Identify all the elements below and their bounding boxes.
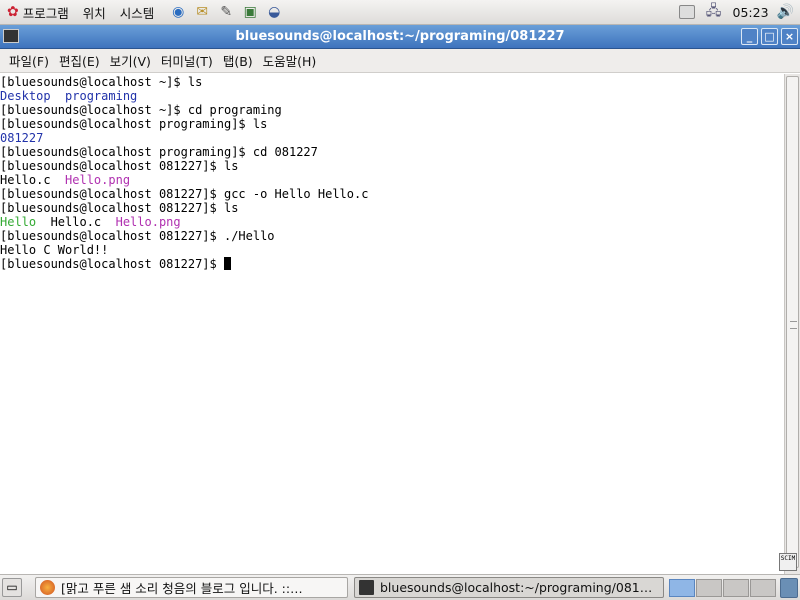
terminal-line: [bluesounds@localhost ~]$ ls xyxy=(0,75,784,89)
scrollbar-thumb[interactable] xyxy=(786,76,799,568)
menu-view[interactable]: 보기(V) xyxy=(105,51,156,70)
terminal-text: programing xyxy=(65,89,138,103)
terminal-text: [bluesounds@localhost ~]$ ls xyxy=(0,75,203,89)
terminal-line: [bluesounds@localhost 081227]$ ./Hello xyxy=(0,229,784,243)
workspace-4[interactable] xyxy=(750,579,776,597)
menu-tabs[interactable]: 탭(B) xyxy=(218,51,258,70)
clock[interactable]: 05:23 xyxy=(733,5,769,20)
bottom-panel: ▭ [맑고 푸른 샘 소리 청음의 블로그 입니다. ::… bluesound… xyxy=(0,574,800,600)
applications-menu[interactable]: ✿ 프로그램 xyxy=(0,0,76,25)
terminal-text: [bluesounds@localhost 081227]$ ./Hello xyxy=(0,229,275,243)
top-panel: ✿ 프로그램 위치 시스템 ◉ ✉ ✎ ▣ ◒ 🖧 05:23 🔊 xyxy=(0,0,800,25)
scrollbar-grip-icon xyxy=(790,321,797,329)
window-title: bluesounds@localhost:~/programing/081227 xyxy=(235,29,565,44)
terminal-line: [bluesounds@localhost 081227]$ gcc -o He… xyxy=(0,187,784,201)
terminal-text: [bluesounds@localhost programing]$ cd 08… xyxy=(0,145,318,159)
spreadsheet-icon[interactable]: ◒ xyxy=(263,2,285,22)
terminal-cursor xyxy=(223,257,231,270)
show-desktop-button[interactable]: ▭ xyxy=(2,578,22,597)
workspace-1[interactable] xyxy=(669,579,695,597)
trash-icon[interactable] xyxy=(780,578,798,598)
terminal-text: Desktop xyxy=(0,89,51,103)
window-titlebar[interactable]: bluesounds@localhost:~/programing/081227… xyxy=(0,25,800,49)
terminal-text: Hello.c xyxy=(0,173,51,187)
terminal-text: Hello xyxy=(0,215,37,229)
terminal-text: [bluesounds@localhost 081227]$ ls xyxy=(0,159,239,173)
terminal-output[interactable]: [bluesounds@localhost ~]$ ls Desktop prog… xyxy=(0,74,784,574)
terminal-text: [bluesounds@localhost 081227]$ xyxy=(0,257,224,271)
minimize-button[interactable]: _ xyxy=(741,28,758,45)
menu-file[interactable]: 파일(F) xyxy=(4,51,54,70)
mail-icon[interactable]: ✉ xyxy=(191,2,213,22)
menu-edit[interactable]: 편집(E) xyxy=(54,51,105,70)
volume-icon[interactable]: 🔊 xyxy=(777,4,794,20)
maximize-button[interactable]: □ xyxy=(761,28,778,45)
terminal-text: [bluesounds@localhost ~]$ cd programing xyxy=(0,103,282,117)
network-icon[interactable]: 🖧 xyxy=(703,2,725,22)
terminal-line: [bluesounds@localhost ~]$ cd programing xyxy=(0,103,784,117)
close-button[interactable]: × xyxy=(781,28,798,45)
terminal-line: Hello C World!! xyxy=(0,243,784,257)
terminal-text: [bluesounds@localhost 081227]$ ls xyxy=(0,201,239,215)
browser-icon[interactable]: ◉ xyxy=(167,2,189,22)
terminal-line: [bluesounds@localhost 081227]$ xyxy=(0,257,784,271)
terminal-line: [bluesounds@localhost programing]$ ls xyxy=(0,117,784,131)
terminal-text: Hello C World!! xyxy=(0,243,109,257)
terminal-line: [bluesounds@localhost 081227]$ ls xyxy=(0,201,784,215)
terminal-text: [bluesounds@localhost programing]$ ls xyxy=(0,117,268,131)
input-method-indicator[interactable]: SCIM xyxy=(779,553,797,571)
terminal-text: [bluesounds@localhost 081227]$ gcc -o He… xyxy=(0,187,369,201)
vertical-scrollbar[interactable] xyxy=(784,74,800,574)
terminal-line: [bluesounds@localhost programing]$ cd 08… xyxy=(0,145,784,159)
terminal-line: Hello Hello.c Hello.png xyxy=(0,215,784,229)
document-icon[interactable]: ✎ xyxy=(215,2,237,22)
terminal-line: Hello.c Hello.png xyxy=(0,173,784,187)
terminal-line: [bluesounds@localhost 081227]$ ls xyxy=(0,159,784,173)
presentation-icon[interactable]: ▣ xyxy=(239,2,261,22)
firefox-icon xyxy=(40,580,55,595)
system-menu[interactable]: 시스템 xyxy=(113,0,162,25)
gnome-foot-icon: ✿ xyxy=(7,4,19,20)
terminal-line: 081227 xyxy=(0,131,784,145)
terminal-text: Hello.png xyxy=(115,215,181,229)
terminal-text: Hello.c xyxy=(50,215,102,229)
notification-icon[interactable] xyxy=(678,5,695,19)
taskbar-item-browser[interactable]: [맑고 푸른 샘 소리 청음의 블로그 입니다. ::… xyxy=(35,577,348,598)
menu-terminal[interactable]: 터미널(T) xyxy=(156,51,218,70)
places-menu[interactable]: 위치 xyxy=(76,0,113,25)
terminal-text: 081227 xyxy=(0,131,44,145)
workspace-2[interactable] xyxy=(696,579,722,597)
menu-help[interactable]: 도움말(H) xyxy=(258,51,322,70)
workspace-3[interactable] xyxy=(723,579,749,597)
menubar: 파일(F) 편집(E) 보기(V) 터미널(T) 탭(B) 도움말(H) xyxy=(0,49,800,73)
taskbar-item-terminal[interactable]: bluesounds@localhost:~/programing/081… xyxy=(354,577,664,598)
terminal-line: Desktop programing xyxy=(0,89,784,103)
terminal-icon xyxy=(359,580,374,595)
terminal-text: Hello.png xyxy=(65,173,131,187)
